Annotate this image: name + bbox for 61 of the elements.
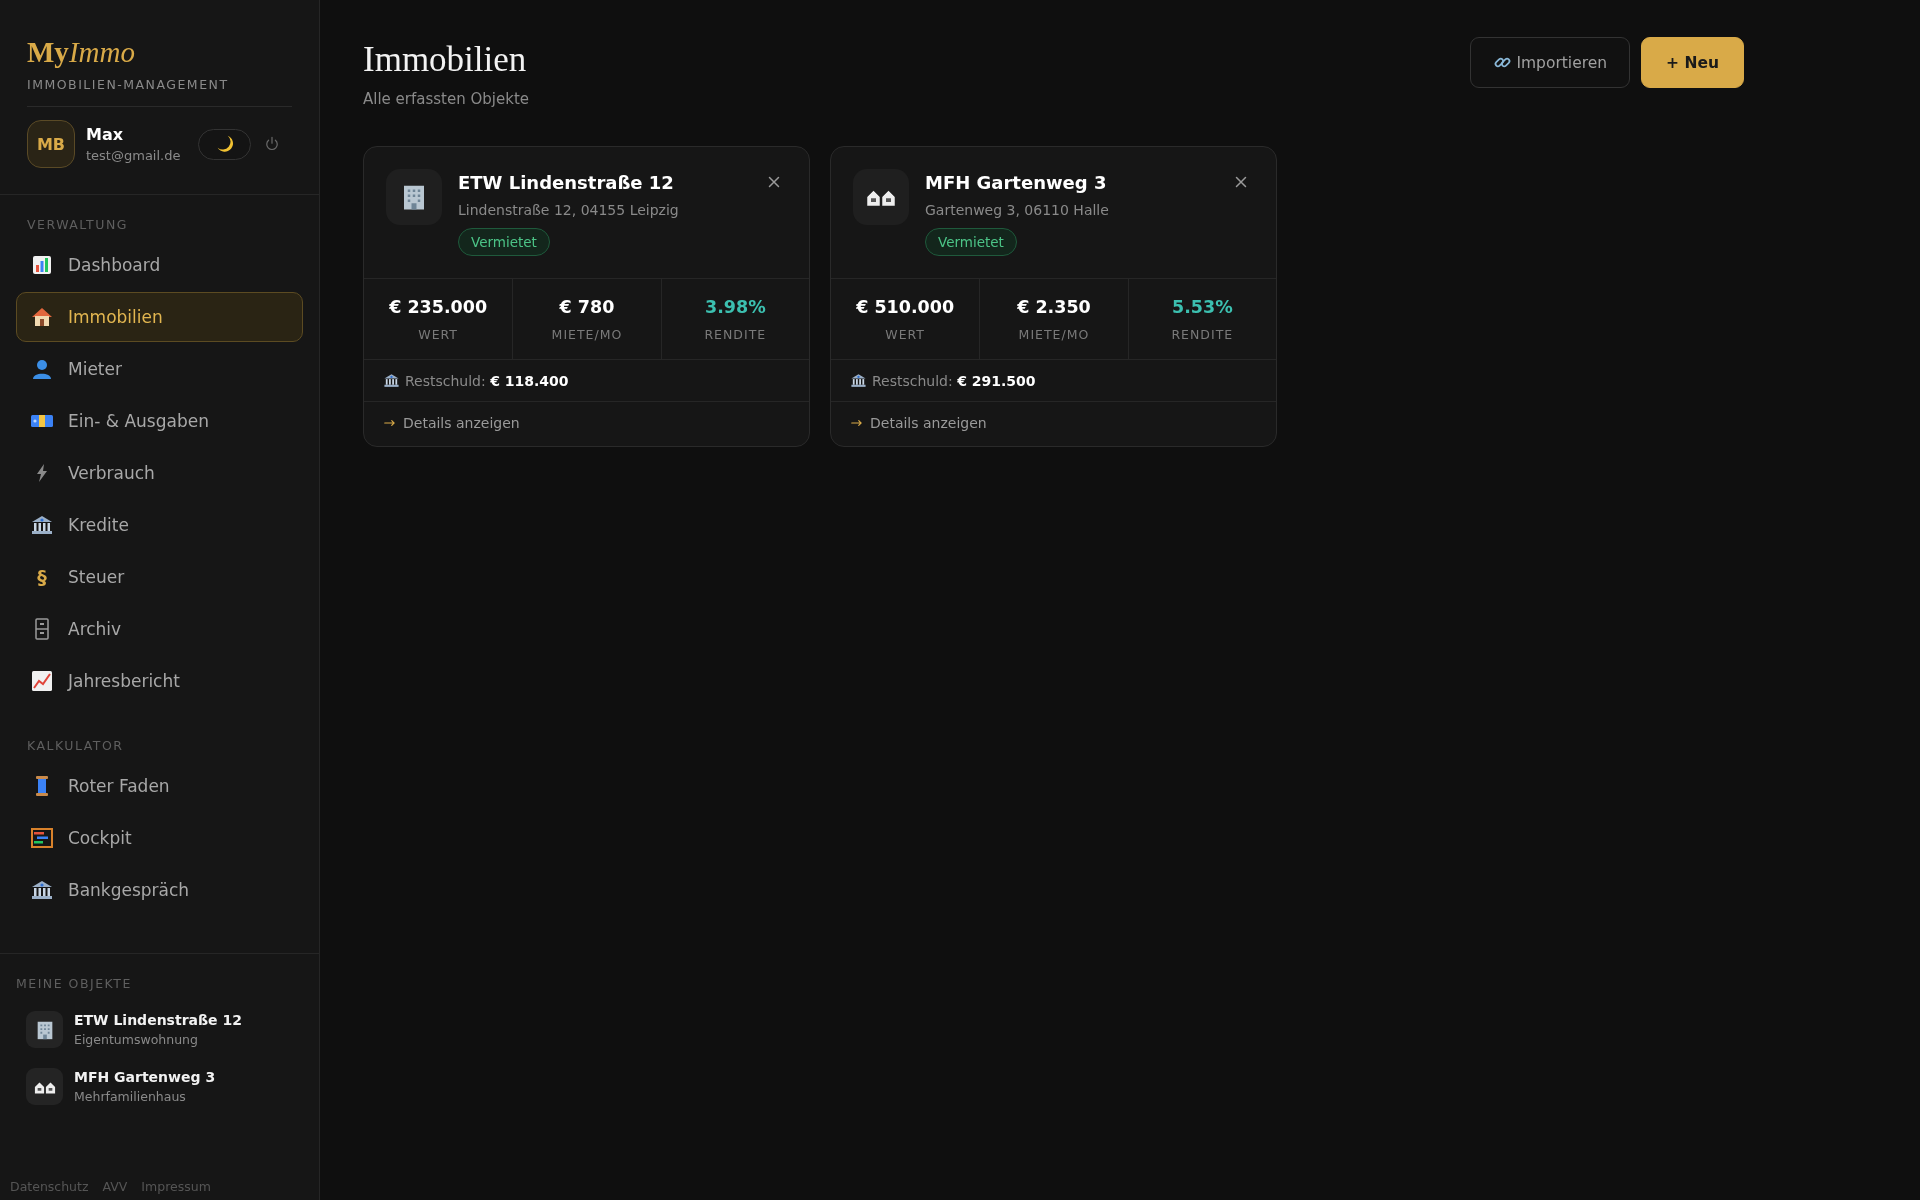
property-name: MFH Gartenweg 3 (925, 172, 1107, 193)
status-badge: Vermietet (925, 228, 1017, 256)
line-chart-icon (30, 669, 54, 693)
bank-icon (850, 372, 867, 389)
section-heading: MEINE OBJEKTE (16, 976, 133, 993)
import-button[interactable]: Importieren (1470, 37, 1631, 88)
stat-label: RENDITE (1171, 327, 1234, 342)
nav-item[interactable]: Cockpit (16, 813, 303, 863)
property-address: Lindenstraße 12, 04155 Leipzig (458, 202, 679, 218)
app-tagline: IMMOBILIEN-MANAGEMENT (27, 77, 292, 107)
bank-icon (30, 878, 54, 902)
nav-item[interactable]: Mieter (16, 344, 303, 394)
object-item[interactable]: ETW Lindenstraße 12 Eigentumswohnung (16, 1005, 303, 1054)
user-name: Max (86, 125, 125, 144)
stat-label: RENDITE (704, 327, 767, 342)
abacus-icon (30, 826, 54, 850)
stat-label: WERT (418, 327, 458, 342)
nav-item[interactable]: Roter Faden (16, 761, 303, 811)
stat-label: WERT (885, 327, 925, 342)
details-link[interactable]: Details anzeigen (364, 402, 809, 446)
nav-item[interactable]: § Steuer (16, 552, 303, 602)
remaining-debt: Restschuld: € 291.500 (872, 372, 1036, 389)
nav-item[interactable]: Dashboard (16, 240, 303, 290)
bank-icon (30, 513, 54, 537)
page-title: Immobilien (363, 40, 528, 80)
section-heading: VERWALTUNG (26, 217, 129, 234)
house-icon (30, 305, 54, 329)
logout-button[interactable] (263, 135, 281, 153)
app-logo: MyImmo (27, 36, 136, 69)
user-avatar: MB (27, 120, 75, 168)
stat-label: MIETE/MO (1018, 327, 1090, 342)
nav-item[interactable]: Immobilien (16, 292, 303, 342)
stat-value: 5.53% (1171, 297, 1233, 317)
person-icon (30, 357, 54, 381)
theme-toggle[interactable] (198, 128, 251, 160)
nav-item[interactable]: Jahresbericht (16, 656, 303, 706)
nav-item[interactable]: Archiv (16, 604, 303, 654)
object-item[interactable]: MFH Gartenweg 3 Mehrfamilienhaus (16, 1062, 303, 1111)
user-email: test@gmail.de (86, 148, 182, 163)
bank-icon (383, 372, 400, 389)
remaining-debt: Restschuld: € 118.400 (405, 372, 569, 389)
stat-value: € 780 (559, 297, 615, 317)
bar-chart-icon (30, 253, 54, 277)
stat-value: € 235.000 (389, 297, 488, 317)
stat-label: MIETE/MO (551, 327, 623, 342)
nav-item[interactable]: Bankgespräch (16, 865, 303, 915)
nav-item[interactable]: Kredite (16, 500, 303, 550)
property-address: Gartenweg 3, 06110 Halle (925, 202, 1109, 218)
status-badge: Vermietet (458, 228, 550, 256)
nav-item[interactable]: Verbrauch (16, 448, 303, 498)
nav-item[interactable]: Ein- & Ausgaben (16, 396, 303, 446)
details-link[interactable]: Details anzeigen (831, 402, 1276, 446)
stat-value: € 2.350 (1017, 297, 1091, 317)
stat-value: € 510.000 (856, 297, 955, 317)
paragraph-icon: § (30, 566, 54, 588)
power-icon (263, 135, 281, 153)
stat-value: 3.98% (704, 297, 766, 317)
property-name: ETW Lindenstraße 12 (458, 172, 674, 193)
page-subtitle: Alle erfassten Objekte (363, 90, 529, 108)
new-button[interactable]: + Neu (1641, 37, 1744, 88)
section-heading: KALKULATOR (26, 738, 125, 755)
